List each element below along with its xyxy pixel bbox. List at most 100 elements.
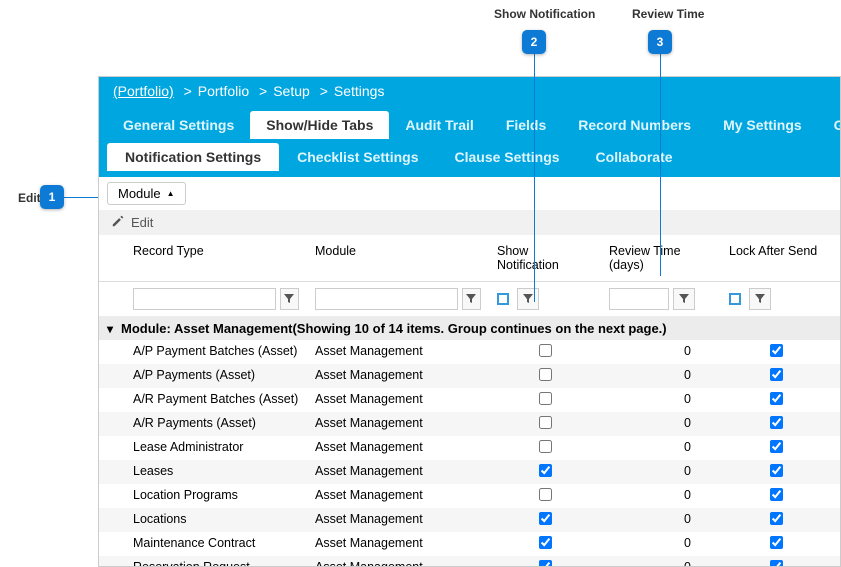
cell-notif-checkbox[interactable] <box>539 344 552 357</box>
cell-review: 0 <box>601 364 721 388</box>
filter-notif-checkbox[interactable] <box>497 293 509 305</box>
cell-notif-checkbox[interactable] <box>539 416 552 429</box>
group-by-label: Module <box>118 186 161 201</box>
filter-review[interactable] <box>609 288 669 310</box>
filter-icon[interactable] <box>280 288 299 310</box>
edit-toolbar: Edit <box>99 210 840 235</box>
cell-review: 0 <box>601 484 721 508</box>
breadcrumb: (Portfolio) >Portfolio >Setup >Settings <box>99 77 840 105</box>
header-lock-after-send[interactable]: Lock After Send <box>721 241 831 275</box>
cell-lock-checkbox[interactable] <box>770 560 783 567</box>
subtab-notification-settings[interactable]: Notification Settings <box>107 143 279 171</box>
filter-lock-checkbox[interactable] <box>729 293 741 305</box>
breadcrumb-sep: > <box>314 83 334 99</box>
table-row[interactable]: Reservation RequestAsset Management0 <box>99 556 840 567</box>
cell-review: 0 <box>601 460 721 484</box>
cell-notif-checkbox[interactable] <box>539 392 552 405</box>
chevron-down-icon: ▾ <box>107 322 113 336</box>
tab-my-settings[interactable]: My Settings <box>707 111 818 139</box>
cell-record-type: Leases <box>125 460 307 484</box>
subtab-clause-settings[interactable]: Clause Settings <box>437 143 578 171</box>
cell-module: Asset Management <box>307 412 489 436</box>
annotation-review-line <box>660 54 661 276</box>
tab-general-settings[interactable]: General Settings <box>107 111 250 139</box>
cell-record-type: Maintenance Contract <box>125 532 307 556</box>
subtab-checklist-settings[interactable]: Checklist Settings <box>279 143 436 171</box>
filter-icon[interactable] <box>517 288 539 310</box>
cell-lock-checkbox[interactable] <box>770 392 783 405</box>
header-show-notification[interactable]: Show Notification <box>489 241 601 275</box>
table-row[interactable]: LeasesAsset Management 0 <box>99 460 840 484</box>
cell-review: 0 <box>601 436 721 460</box>
table-row[interactable]: Location ProgramsAsset Management0 <box>99 484 840 508</box>
tab-audit-trail[interactable]: Audit Trail <box>389 111 489 139</box>
grid-filter-row <box>99 282 840 317</box>
cell-review: 0 <box>601 340 721 364</box>
tab-show-hide-tabs[interactable]: Show/Hide Tabs <box>250 111 389 139</box>
cell-record-type: Reservation Request <box>125 556 307 567</box>
cell-lock-checkbox[interactable] <box>770 440 783 453</box>
filter-icon[interactable] <box>462 288 481 310</box>
cell-lock-checkbox[interactable] <box>770 464 783 477</box>
cell-notif-checkbox[interactable] <box>539 512 552 525</box>
cell-record-type: A/R Payment Batches (Asset) <box>125 388 307 412</box>
group-row[interactable]: ▾ Module: Asset Management(Showing 10 of… <box>99 317 840 340</box>
header-module[interactable]: Module <box>307 241 489 275</box>
cell-notif-checkbox[interactable] <box>539 560 552 567</box>
table-row[interactable]: A/R Payment Batches (Asset)Asset Managem… <box>99 388 840 412</box>
edit-button[interactable]: Edit <box>131 215 153 230</box>
cell-notif-checkbox[interactable] <box>539 536 552 549</box>
header-record-type[interactable]: Record Type <box>125 241 307 275</box>
cell-notif-checkbox[interactable] <box>539 488 552 501</box>
table-row[interactable]: A/P Payment Batches (Asset)Asset Managem… <box>99 340 840 364</box>
cell-lock-checkbox[interactable] <box>770 416 783 429</box>
filter-icon[interactable] <box>749 288 771 310</box>
cell-notif-checkbox[interactable] <box>539 440 552 453</box>
tab-record-numbers[interactable]: Record Numbers <box>562 111 707 139</box>
breadcrumb-sep: > <box>253 83 273 99</box>
breadcrumb-root[interactable]: (Portfolio) <box>113 83 174 99</box>
cell-module: Asset Management <box>307 460 489 484</box>
tab-fields[interactable]: Fields <box>490 111 562 139</box>
subtab-collaborate[interactable]: Collaborate <box>578 143 691 171</box>
chevron-up-icon: ▲ <box>167 189 175 198</box>
annotation-edit-bubble: 1 <box>40 185 64 209</box>
cell-module: Asset Management <box>307 556 489 567</box>
cell-review: 0 <box>601 532 721 556</box>
filter-module[interactable] <box>315 288 458 310</box>
cell-notif-checkbox[interactable] <box>539 368 552 381</box>
cell-lock-checkbox[interactable] <box>770 368 783 381</box>
app-window: (Portfolio) >Portfolio >Setup >Settings … <box>98 76 841 567</box>
annotation-review-bubble: 3 <box>648 30 672 54</box>
cell-module: Asset Management <box>307 484 489 508</box>
cell-module: Asset Management <box>307 388 489 412</box>
cell-module: Asset Management <box>307 436 489 460</box>
group-by-chip[interactable]: Module ▲ <box>107 182 186 205</box>
filter-record-type[interactable] <box>133 288 276 310</box>
group-label: Module: Asset Management(Showing 10 of 1… <box>121 321 667 336</box>
primary-tabs: General Settings Show/Hide Tabs Audit Tr… <box>99 105 840 139</box>
tab-grids[interactable]: Grids & <box>818 111 841 139</box>
breadcrumb-sep: > <box>178 83 198 99</box>
pencil-icon[interactable] <box>111 214 131 231</box>
cell-module: Asset Management <box>307 532 489 556</box>
header-review-time[interactable]: Review Time (days) <box>601 241 721 275</box>
secondary-tabs: Notification Settings Checklist Settings… <box>99 139 840 177</box>
cell-lock-checkbox[interactable] <box>770 344 783 357</box>
annotation-notif-line <box>534 54 535 302</box>
grid-header: Record Type Module Show Notification Rev… <box>99 235 840 282</box>
table-row[interactable]: A/P Payments (Asset)Asset Management0 <box>99 364 840 388</box>
cell-lock-checkbox[interactable] <box>770 488 783 501</box>
cell-notif-checkbox[interactable] <box>539 464 552 477</box>
cell-module: Asset Management <box>307 340 489 364</box>
table-row[interactable]: Maintenance ContractAsset Management 0 <box>99 532 840 556</box>
cell-record-type: A/R Payments (Asset) <box>125 412 307 436</box>
cell-lock-checkbox[interactable] <box>770 536 783 549</box>
cell-module: Asset Management <box>307 508 489 532</box>
filter-icon[interactable] <box>673 288 695 310</box>
annotation-review-label: Review Time <box>632 7 704 21</box>
table-row[interactable]: A/R Payments (Asset)Asset Management0 <box>99 412 840 436</box>
table-row[interactable]: Lease AdministratorAsset Management0 <box>99 436 840 460</box>
cell-lock-checkbox[interactable] <box>770 512 783 525</box>
table-row[interactable]: LocationsAsset Management0 <box>99 508 840 532</box>
